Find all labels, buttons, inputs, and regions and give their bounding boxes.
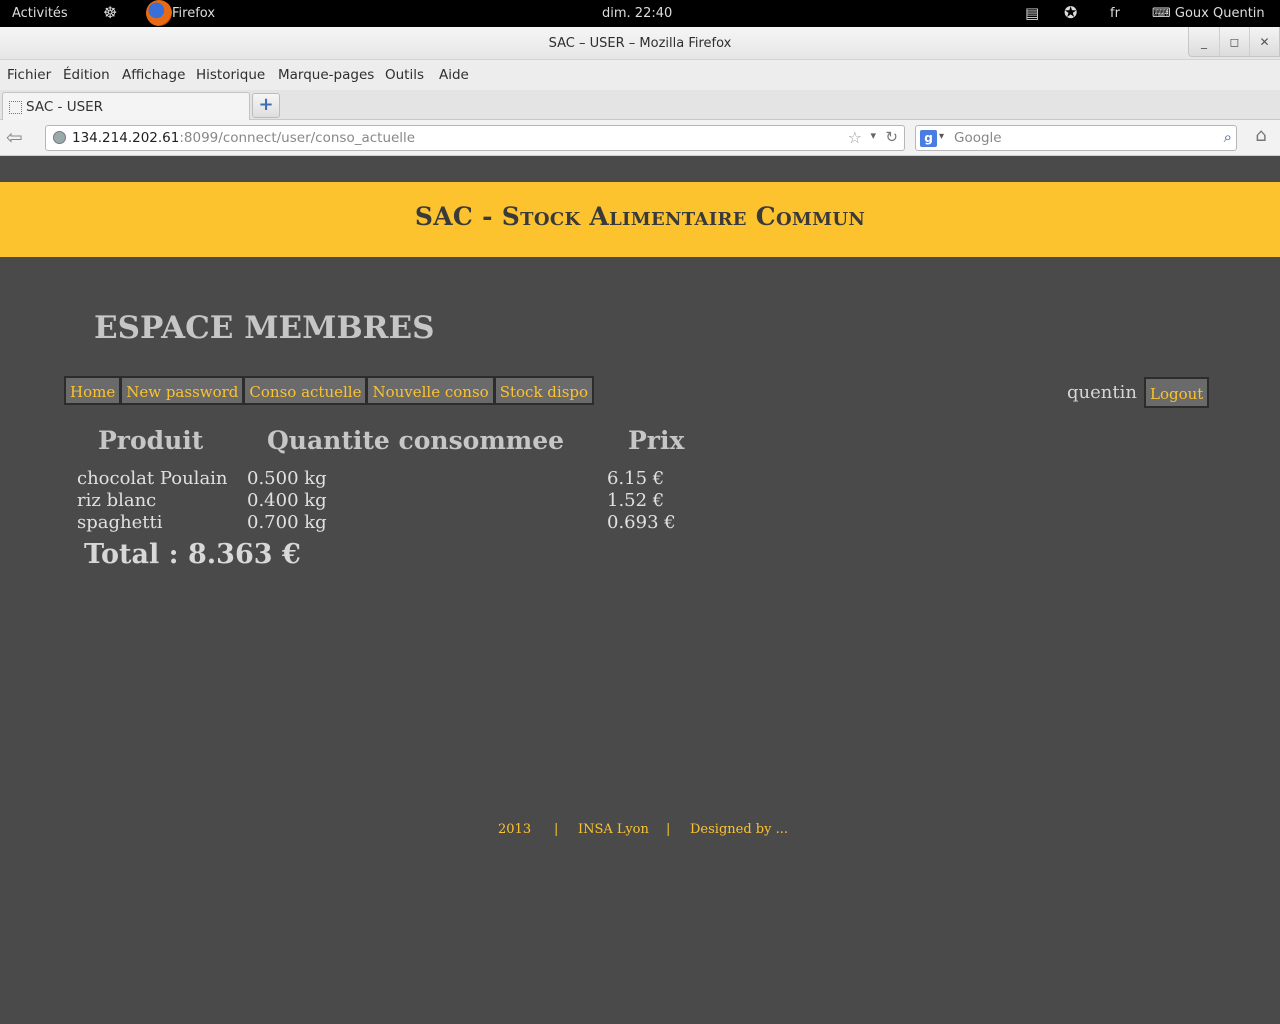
cell-prix: 1.52 €: [607, 490, 665, 511]
bookmark-star-icon[interactable]: ☆: [848, 128, 862, 147]
nav-conso-actuelle[interactable]: Conso actuelle: [243, 376, 368, 405]
page-content: SAC - Stock Alimentaire Commun ESPACE ME…: [0, 156, 1280, 1024]
cell-produit: spaghetti: [77, 512, 163, 533]
back-icon[interactable]: ⇦: [6, 127, 36, 149]
new-tab-button[interactable]: +: [252, 93, 280, 118]
user-menu[interactable]: ⌨ Goux Quentin: [1152, 6, 1265, 21]
search-placeholder: Google: [954, 130, 1002, 146]
close-button[interactable]: ✕: [1249, 27, 1279, 56]
window-titlebar: SAC – USER – Mozilla Firefox _ ◻ ✕: [0, 27, 1280, 60]
footer-year: 2013: [498, 822, 532, 837]
header-produit: Produit: [98, 426, 204, 455]
nav-stock-dispo[interactable]: Stock dispo: [493, 376, 595, 405]
cell-prix: 6.15 €: [607, 468, 665, 489]
menu-fichier[interactable]: Fichier: [7, 67, 51, 83]
footer-separator: |: [666, 822, 671, 837]
window-title: SAC – USER – Mozilla Firefox: [548, 36, 732, 51]
address-bar[interactable]: 134.214.202.61:8099/connect/user/conso_a…: [45, 125, 905, 151]
window-controls: _ ◻ ✕: [1188, 27, 1280, 57]
menu-historique[interactable]: Historique: [196, 67, 265, 83]
accessibility-icon[interactable]: ✪: [1064, 3, 1077, 22]
site-banner: SAC - Stock Alimentaire Commun: [0, 182, 1280, 257]
clock[interactable]: dim. 22:40: [602, 6, 672, 21]
user-menu-label: Goux Quentin: [1174, 6, 1265, 21]
chevron-down-icon[interactable]: ▾: [870, 129, 876, 142]
cell-quantite: 0.700 kg: [247, 512, 327, 533]
cell-produit: chocolat Poulain: [77, 468, 228, 489]
globe-icon: [53, 131, 66, 144]
cell-quantite: 0.400 kg: [247, 490, 327, 511]
menu-edition[interactable]: Édition: [63, 67, 110, 83]
clipboard-icon[interactable]: ▤: [1025, 4, 1039, 22]
tab-sac-user[interactable]: SAC - USER: [2, 92, 250, 121]
url-path: :8099/connect/user/conso_actuelle: [179, 130, 416, 146]
url-text: 134.214.202.61:8099/connect/user/conso_a…: [72, 130, 415, 146]
reload-icon[interactable]: ↻: [885, 128, 898, 146]
nav-nouvelle-conso[interactable]: Nouvelle conso: [366, 376, 495, 405]
footer-designed-by[interactable]: Designed by ...: [690, 822, 788, 837]
menu-bar: Fichier Édition Affichage Historique Mar…: [0, 60, 1280, 90]
username: quentin: [1067, 382, 1137, 403]
header-prix: Prix: [628, 426, 685, 455]
menu-marque-pages[interactable]: Marque-pages: [278, 67, 374, 83]
page-favicon-icon: [9, 101, 22, 114]
maximize-button[interactable]: ◻: [1219, 27, 1249, 56]
app-menu[interactable]: Firefox: [172, 6, 215, 21]
gear-icon[interactable]: ☸: [103, 3, 117, 22]
navigation-bar: ⇦ 134.214.202.61:8099/connect/user/conso…: [0, 120, 1280, 156]
tab-bar: SAC - USER +: [0, 90, 1280, 121]
firefox-logo-icon[interactable]: [146, 0, 172, 26]
home-icon[interactable]: ⌂: [1247, 125, 1275, 151]
site-title: SAC - Stock Alimentaire Commun: [414, 202, 866, 231]
url-host: 134.214.202.61: [72, 130, 180, 146]
total-price: Total : 8.363 €: [84, 539, 301, 570]
search-bar[interactable]: g ▾ Google ⌕: [915, 125, 1237, 151]
engine-chevron-icon[interactable]: ▾: [939, 131, 944, 142]
search-icon[interactable]: ⌕: [1224, 128, 1232, 146]
system-top-bar: Activités ☸ Firefox dim. 22:40 ▤ ✪ fr ⌨ …: [0, 0, 1280, 27]
header-quantite: Quantite consommee: [267, 426, 565, 455]
menu-affichage[interactable]: Affichage: [122, 67, 185, 83]
google-icon[interactable]: g: [920, 130, 937, 147]
cell-quantite: 0.500 kg: [247, 468, 327, 489]
cell-produit: riz blanc: [77, 490, 157, 511]
cell-prix: 0.693 €: [607, 512, 676, 533]
minimize-button[interactable]: _: [1189, 27, 1219, 56]
section-title: ESPACE MEMBRES: [94, 310, 435, 346]
menu-aide[interactable]: Aide: [439, 67, 469, 83]
footer-separator: |: [554, 822, 559, 837]
nav-home[interactable]: Home: [64, 376, 122, 405]
menu-outils[interactable]: Outils: [385, 67, 424, 83]
footer-school: INSA Lyon: [578, 822, 649, 837]
keyboard-icon: ⌨: [1152, 6, 1171, 21]
keyboard-layout[interactable]: fr: [1110, 6, 1120, 21]
members-nav: Home New password Conso actuelle Nouvell…: [64, 376, 595, 405]
tab-label: SAC - USER: [26, 99, 104, 115]
activities-button[interactable]: Activités: [12, 6, 68, 21]
logout-button[interactable]: Logout: [1144, 377, 1210, 408]
nav-new-password[interactable]: New password: [120, 376, 245, 405]
